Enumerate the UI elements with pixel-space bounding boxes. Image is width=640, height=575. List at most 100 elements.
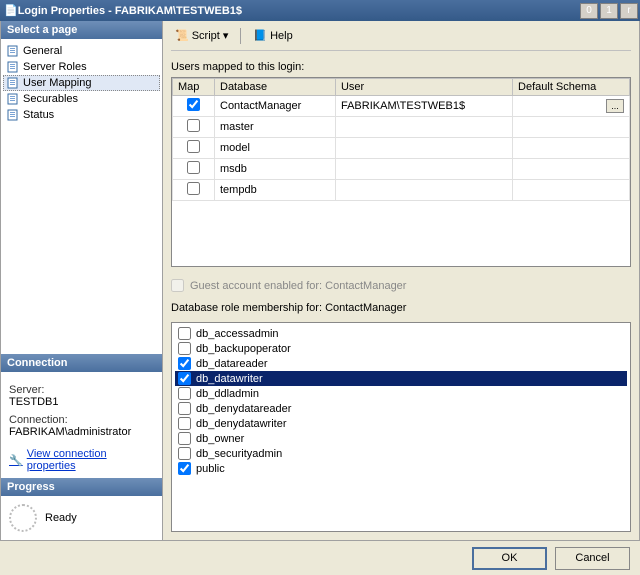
table-row[interactable]: model (173, 138, 630, 159)
database-cell: msdb (215, 159, 336, 180)
connection-value: FABRIKAM\administrator (9, 426, 154, 438)
browse-schema-button[interactable]: ... (606, 99, 624, 113)
schema-cell (513, 138, 630, 159)
role-label: db_accessadmin (196, 328, 279, 340)
roles-label: Database role membership for: ContactMan… (171, 302, 631, 314)
page-label: General (23, 45, 62, 57)
role-item-db_securityadmin[interactable]: db_securityadmin (175, 446, 627, 461)
connection-label: Connection: (9, 414, 154, 426)
guest-account-label: Guest account enabled for: ContactManage… (190, 280, 406, 292)
table-row[interactable]: ContactManagerFABRIKAM\TESTWEB1$ ... (173, 96, 630, 117)
ok-button[interactable]: OK (472, 547, 547, 570)
progress-spinner-icon (9, 504, 37, 532)
role-item-db_datawriter[interactable]: db_datawriter (175, 371, 627, 386)
database-cell: tempdb (215, 180, 336, 201)
role-label: db_denydatawriter (196, 418, 287, 430)
schema-cell (513, 117, 630, 138)
select-page-header: Select a page (1, 21, 162, 39)
role-checkbox[interactable] (178, 432, 191, 445)
cancel-button[interactable]: Cancel (555, 547, 630, 570)
role-checkbox[interactable] (178, 342, 191, 355)
sidebar: Select a page General Server Roles User Ma… (1, 21, 163, 540)
script-button[interactable]: 📜Script ▾ (171, 27, 232, 44)
properties-icon: 🔧 (9, 454, 23, 467)
page-label: Securables (23, 93, 78, 105)
page-icon (7, 109, 19, 121)
page-label: User Mapping (23, 77, 91, 89)
guest-account-checkbox (171, 279, 184, 292)
column-header[interactable]: Database (215, 79, 336, 96)
map-checkbox[interactable] (187, 98, 200, 111)
role-item-db_denydatareader[interactable]: db_denydatareader (175, 401, 627, 416)
user-cell (335, 117, 512, 138)
page-icon (7, 45, 19, 57)
page-icon (7, 93, 19, 105)
view-connection-properties-link[interactable]: 🔧View connection properties (9, 448, 154, 472)
column-header[interactable]: User (335, 79, 512, 96)
role-item-db_owner[interactable]: db_owner (175, 431, 627, 446)
window-title: Login Properties - FABRIKAM\TESTWEB1$ (18, 5, 580, 17)
user-cell (335, 180, 512, 201)
help-button[interactable]: 📘Help (249, 27, 296, 44)
toolbar: 📜Script ▾ 📘Help (171, 25, 631, 51)
role-item-db_backupoperator[interactable]: db_backupoperator (175, 341, 627, 356)
toolbar-separator (240, 28, 241, 44)
role-label: db_denydatareader (196, 403, 291, 415)
schema-cell (513, 180, 630, 201)
table-row[interactable]: msdb (173, 159, 630, 180)
role-item-db_ddladmin[interactable]: db_ddladmin (175, 386, 627, 401)
role-label: db_owner (196, 433, 244, 445)
page-icon (7, 77, 19, 89)
sidebar-page-status[interactable]: Status (3, 107, 160, 123)
role-label: public (196, 463, 225, 475)
role-checkbox[interactable] (178, 357, 191, 370)
user-cell (335, 159, 512, 180)
role-label: db_datawriter (196, 373, 263, 385)
column-header[interactable]: Default Schema (513, 79, 630, 96)
sidebar-page-securables[interactable]: Securables (3, 91, 160, 107)
role-checkbox[interactable] (178, 387, 191, 400)
dialog-footer: OK Cancel (0, 541, 640, 575)
close-button[interactable]: r (620, 3, 638, 19)
role-label: db_datareader (196, 358, 268, 370)
role-label: db_ddladmin (196, 388, 259, 400)
page-label: Status (23, 109, 54, 121)
map-checkbox[interactable] (187, 182, 200, 195)
role-checkbox[interactable] (178, 372, 191, 385)
role-label: db_securityadmin (196, 448, 282, 460)
role-checkbox[interactable] (178, 462, 191, 475)
server-label: Server: (9, 384, 154, 396)
column-header[interactable]: Map (173, 79, 215, 96)
role-checkbox[interactable] (178, 417, 191, 430)
schema-cell: ... (513, 96, 630, 117)
table-row[interactable]: tempdb (173, 180, 630, 201)
server-value: TESTDB1 (9, 396, 154, 408)
maximize-button[interactable]: 1 (600, 3, 618, 19)
database-cell: model (215, 138, 336, 159)
progress-header: Progress (1, 478, 162, 496)
database-cell: master (215, 117, 336, 138)
database-cell: ContactManager (215, 96, 336, 117)
content-panel: 📜Script ▾ 📘Help Users mapped to this log… (163, 21, 639, 540)
sidebar-page-general[interactable]: General (3, 43, 160, 59)
connection-header: Connection (1, 354, 162, 372)
sidebar-page-server-roles[interactable]: Server Roles (3, 59, 160, 75)
table-row[interactable]: master (173, 117, 630, 138)
sidebar-page-user-mapping[interactable]: User Mapping (3, 75, 160, 91)
role-checkbox[interactable] (178, 327, 191, 340)
progress-status: Ready (45, 512, 77, 524)
help-icon: 📘 (253, 29, 267, 42)
map-checkbox[interactable] (187, 140, 200, 153)
role-item-db_denydatawriter[interactable]: db_denydatawriter (175, 416, 627, 431)
app-icon: 📄 (4, 4, 18, 17)
role-item-db_datareader[interactable]: db_datareader (175, 356, 627, 371)
minimize-button[interactable]: 0 (580, 3, 598, 19)
role-checkbox[interactable] (178, 402, 191, 415)
roles-list: db_accessadmindb_backupoperator db_datare… (171, 322, 631, 532)
map-checkbox[interactable] (187, 119, 200, 132)
role-checkbox[interactable] (178, 447, 191, 460)
role-item-public[interactable]: public (175, 461, 627, 476)
map-checkbox[interactable] (187, 161, 200, 174)
role-item-db_accessadmin[interactable]: db_accessadmin (175, 326, 627, 341)
page-label: Server Roles (23, 61, 87, 73)
